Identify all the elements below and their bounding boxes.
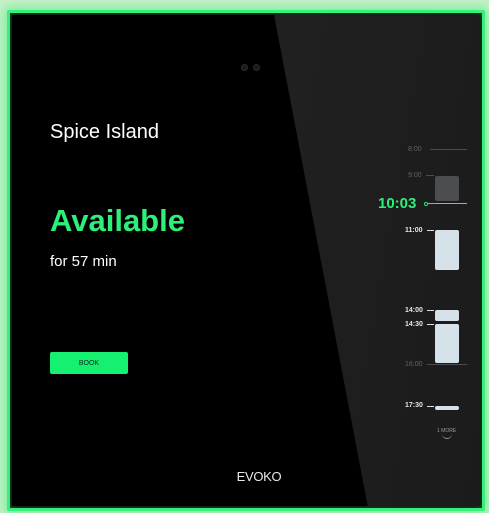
room-name: Spice Island [50,121,159,143]
timeline-label: 14:00 [405,307,423,314]
timeline-label: 14:30 [405,321,423,328]
now-line [428,203,467,204]
timeline-label: 16:00 [405,361,423,368]
timeline-label: 9:00 [408,172,422,179]
booking-block[interactable] [435,310,459,321]
availability-duration: for 57 min [50,253,117,270]
booking-block[interactable] [435,324,459,363]
timeline-tick [426,175,434,176]
book-button[interactable]: BOOK [50,352,128,374]
booking-block[interactable] [435,406,459,410]
timeline-tick [427,324,434,325]
timeline-label: 8:00 [408,146,422,153]
current-time: 10:03 [378,195,417,212]
brand-logo: EVOKO [236,469,282,484]
timeline-tick [427,406,434,407]
timeline-label: 11:00 [405,227,423,234]
availability-status: Available [50,203,185,238]
timeline-label: 17:30 [405,402,423,409]
timeline-tick [427,230,434,231]
camera-sensor-icon [241,64,248,71]
camera-sensor-icon [253,64,260,71]
timeline-tick [427,364,467,365]
display-screen: Spice Island Available for 57 min BOOK 8… [12,15,480,506]
timeline-tick [427,310,434,311]
timeline-tick [430,149,467,150]
room-display-device: Spice Island Available for 57 min BOOK 8… [7,10,485,511]
past-booking-block[interactable] [435,176,459,201]
booking-block[interactable] [435,230,459,270]
